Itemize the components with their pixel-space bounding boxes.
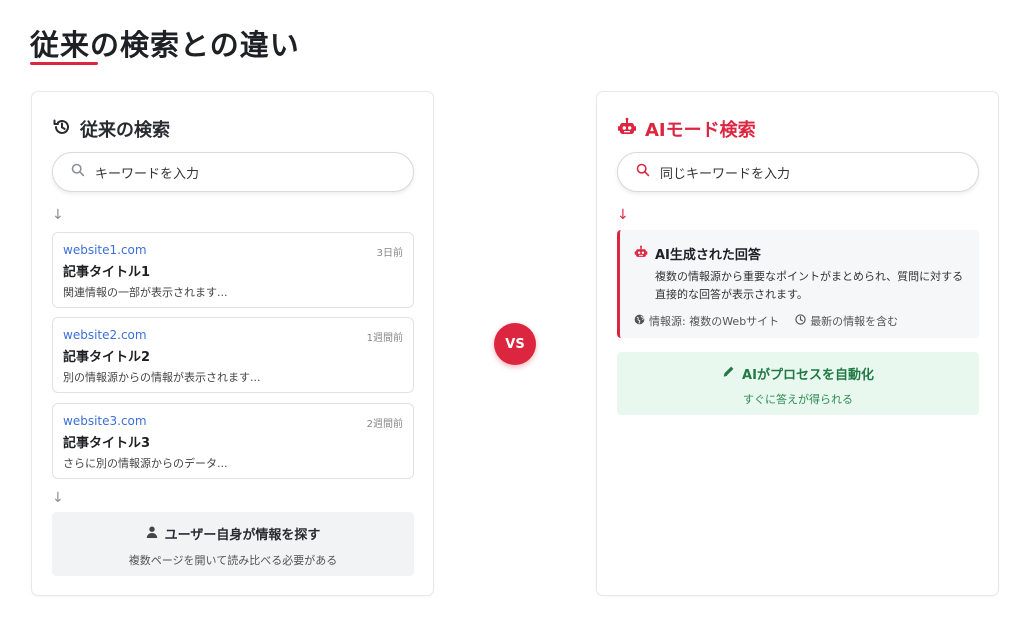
- automation-subtitle: すぐに答えが得られる: [743, 393, 853, 406]
- result-time: 1週間前: [366, 333, 403, 344]
- automation-title: AIがプロセスを自動化: [742, 368, 874, 383]
- result-snippet: 関連情報の一部が表示されます...: [63, 286, 228, 299]
- search-icon: [636, 163, 650, 181]
- automation-box: AIがプロセスを自動化 すぐに答えが得られる: [617, 352, 979, 415]
- result-title: 記事タイトル3: [63, 436, 151, 451]
- user-box-title: ユーザー自身が情報を探す: [164, 528, 321, 543]
- result-time: 3日前: [376, 248, 403, 259]
- result-card[interactable]: website1.com 3日前 記事タイトル1 関連情報の一部が表示されます.…: [52, 232, 414, 308]
- sources-meta: 情報源: 複数のWebサイト: [634, 313, 779, 329]
- arrow-down-icon: ↓: [52, 207, 64, 223]
- ai-answer-body: 複数の情報源から重要なポイントがまとめられ、質問に対する直接的な回答が表示されま…: [655, 270, 964, 301]
- latest-text: 最新の情報を含む: [810, 315, 899, 328]
- ai-search-header: AIモード検索: [617, 116, 756, 142]
- sources-text: 情報源: 複数のWebサイト: [649, 315, 780, 328]
- search-placeholder: 同じキーワードを入力: [660, 166, 791, 182]
- result-snippet: 別の情報源からの情報が表示されます...: [63, 371, 261, 384]
- result-url[interactable]: website3.com: [63, 414, 403, 428]
- result-snippet: さらに別の情報源からのデータ...: [63, 457, 228, 470]
- result-card[interactable]: website3.com 2週間前 記事タイトル3 さらに別の情報源からのデータ…: [52, 403, 414, 479]
- traditional-search-title: 従来の検索: [80, 120, 170, 141]
- ai-search-title: AIモード検索: [645, 120, 756, 141]
- search-placeholder: キーワードを入力: [95, 166, 200, 182]
- vs-badge: VS: [494, 323, 536, 365]
- robot-icon: [617, 117, 637, 142]
- clock-icon: [795, 314, 806, 328]
- result-title: 記事タイトル2: [63, 350, 151, 365]
- title-underline: [30, 62, 98, 65]
- result-card[interactable]: website2.com 1週間前 記事タイトル2 別の情報源からの情報が表示さ…: [52, 317, 414, 393]
- latest-meta: 最新の情報を含む: [795, 313, 898, 329]
- ai-search-input[interactable]: 同じキーワードを入力: [617, 152, 979, 192]
- result-time: 2週間前: [366, 419, 403, 430]
- globe-icon: [634, 314, 645, 328]
- traditional-search-panel: 従来の検索 キーワードを入力 ↓ website1.com 3日前 記事タイトル…: [31, 91, 434, 596]
- user-icon: [146, 526, 158, 542]
- traditional-search-header: 従来の検索: [52, 116, 170, 142]
- pencil-icon: [722, 365, 735, 382]
- result-url[interactable]: website1.com: [63, 243, 403, 257]
- arrow-down-icon: ↓: [52, 490, 64, 506]
- ai-search-panel: AIモード検索 同じキーワードを入力 ↓ AI生成された回答 複数の情報源から重…: [596, 91, 999, 596]
- ai-answer-card: AI生成された回答 複数の情報源から重要なポイントがまとめられ、質問に対する直接…: [617, 230, 979, 338]
- result-url[interactable]: website2.com: [63, 328, 403, 342]
- page-title: 従来の検索との違い: [30, 28, 300, 62]
- robot-icon: [634, 245, 648, 263]
- result-title: 記事タイトル1: [63, 265, 151, 280]
- search-input[interactable]: キーワードを入力: [52, 152, 414, 192]
- user-search-box: ユーザー自身が情報を探す 複数ページを開いて読み比べる必要がある: [52, 512, 414, 576]
- search-icon: [71, 163, 85, 181]
- ai-answer-title: AI生成された回答: [655, 248, 761, 263]
- arrow-down-icon: ↓: [617, 207, 629, 223]
- history-icon: [52, 117, 72, 142]
- user-box-subtitle: 複数ページを開いて読み比べる必要がある: [128, 554, 338, 567]
